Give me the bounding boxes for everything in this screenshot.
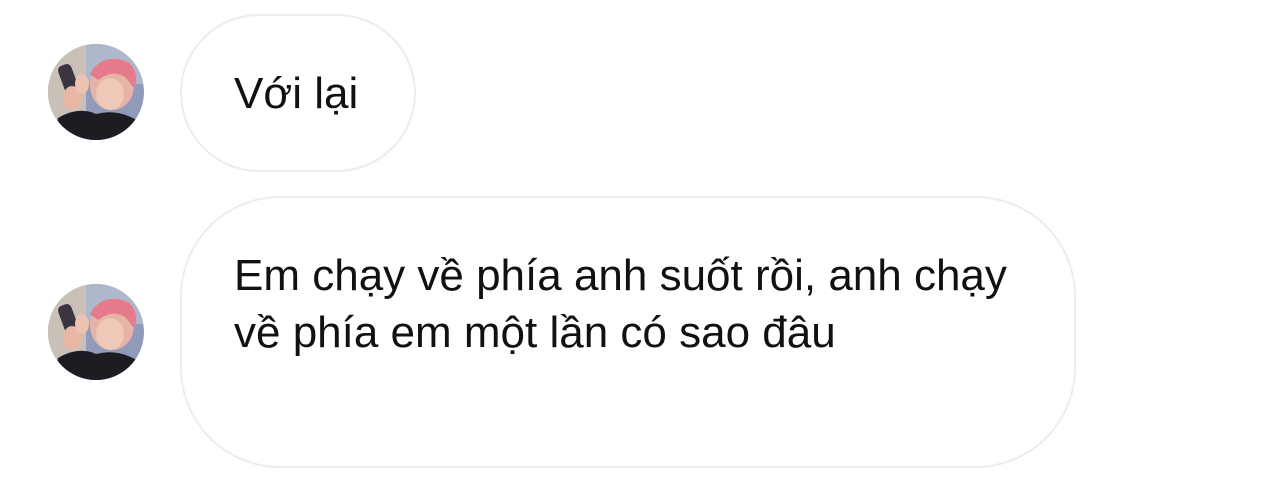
avatar[interactable] bbox=[48, 284, 144, 380]
avatar[interactable] bbox=[48, 44, 144, 140]
message-text: Em chạy về phía anh suốt rồi, anh chạy v… bbox=[234, 251, 1007, 357]
message-bubble[interactable]: Với lại bbox=[180, 14, 416, 172]
avatar-photo bbox=[48, 284, 144, 380]
message-text: Với lại bbox=[234, 68, 359, 118]
avatar-photo bbox=[48, 44, 144, 140]
message-bubble[interactable]: Em chạy về phía anh suốt rồi, anh chạy v… bbox=[180, 196, 1076, 468]
